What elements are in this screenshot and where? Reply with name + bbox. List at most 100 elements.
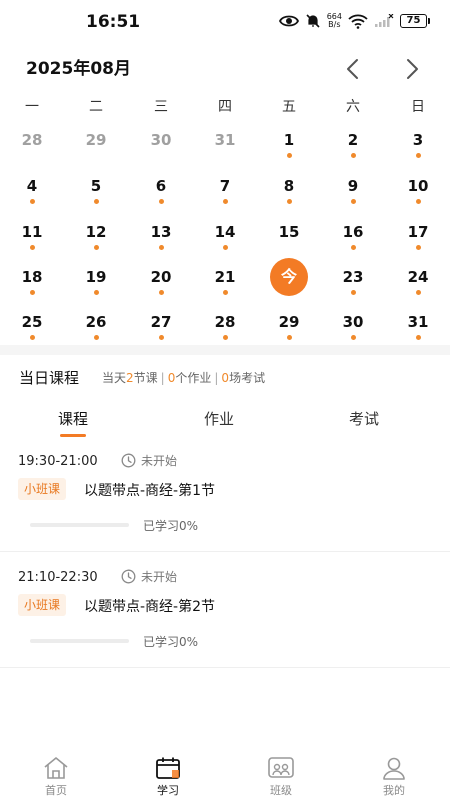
day-number: 30 (150, 131, 172, 149)
event-dot (286, 335, 292, 340)
calendar-day[interactable]: 20 (139, 268, 183, 308)
nav-class[interactable]: 班级 (251, 756, 311, 798)
calendar-day[interactable]: 14 (203, 223, 247, 263)
clock-icon (121, 453, 136, 468)
course-time: 21:10-22:30 (18, 570, 98, 585)
day-number: 8 (283, 177, 295, 195)
event-dot (158, 335, 164, 340)
day-number: 27 (150, 313, 172, 331)
home-icon (44, 757, 68, 779)
day-number: 24 (407, 268, 429, 286)
nav-profile[interactable]: 我的 (364, 756, 424, 798)
course-progress-bar (30, 639, 129, 643)
lesson-count: 2 (126, 371, 134, 385)
event-dot (350, 199, 356, 204)
calendar-day[interactable]: 11 (10, 223, 54, 263)
event-dot (93, 290, 99, 295)
tab-courses[interactable]: 课程 (58, 408, 88, 429)
nav-profile-label: 我的 (383, 784, 405, 797)
event-dot (29, 335, 35, 340)
homework-unit: 个作业 (175, 371, 212, 385)
day-number: 12 (85, 223, 107, 241)
event-dot (158, 199, 164, 204)
calendar-day[interactable]: 15 (267, 223, 311, 263)
course-status-text: 未开始 (141, 454, 178, 468)
calendar-day[interactable]: 28 (10, 131, 54, 171)
calendar-day[interactable]: 6 (139, 177, 183, 217)
calendar-day[interactable]: 30 (139, 131, 183, 171)
day-number: 11 (21, 223, 43, 241)
day-number: 15 (278, 223, 300, 241)
event-dot (415, 335, 421, 340)
calendar-day[interactable]: 8 (267, 177, 311, 217)
calendar-day[interactable]: 12 (74, 223, 118, 263)
day-number: 5 (90, 177, 102, 195)
calendar-day[interactable]: 17 (396, 223, 440, 263)
calendar-day[interactable]: 10 (396, 177, 440, 217)
daily-courses-title: 当日课程 (19, 369, 80, 387)
calendar-day[interactable]: 5 (74, 177, 118, 217)
day-number: 29 (85, 131, 107, 149)
course-name: 以题带点-商经-第1节 (84, 483, 216, 499)
summary-prefix: 当天 (102, 371, 127, 385)
day-number: 23 (342, 268, 364, 286)
nav-home[interactable]: 首页 (26, 756, 86, 798)
day-number: 31 (407, 313, 429, 331)
summary-separator: | (214, 371, 219, 385)
tab-exams[interactable]: 考试 (349, 408, 379, 429)
calendar-day[interactable]: 24 (396, 268, 440, 308)
calendar-day[interactable]: 4 (10, 177, 54, 217)
nav-study-label: 学习 (157, 784, 179, 797)
calendar-day[interactable]: 31 (203, 131, 247, 171)
exam-count: 0 (221, 371, 230, 385)
day-number: 19 (85, 268, 107, 286)
day-number: 20 (150, 268, 172, 286)
calendar-icon (156, 757, 180, 779)
active-tab-indicator (60, 434, 86, 437)
day-number: 21 (214, 268, 236, 286)
event-dot (222, 290, 228, 295)
course-card[interactable]: 19:30-21:00 未开始 小班课 以题带点-商经-第1节 已学习0% (0, 440, 450, 552)
event-dot (350, 335, 356, 340)
day-number: 26 (85, 313, 107, 331)
calendar-day[interactable]: 9 (331, 177, 375, 217)
event-dot (415, 199, 421, 204)
day-number: 25 (21, 313, 43, 331)
course-name: 以题带点-商经-第2节 (84, 599, 216, 615)
event-dot (93, 335, 99, 340)
calendar-day[interactable]: 18 (10, 268, 54, 308)
tab-homework[interactable]: 作业 (204, 408, 234, 429)
day-number: 13 (150, 223, 172, 241)
user-icon (383, 757, 405, 780)
event-dot (222, 335, 228, 340)
event-dot (93, 199, 99, 204)
calendar-day[interactable]: 3 (396, 131, 440, 171)
course-type-tag: 小班课 (18, 594, 67, 616)
calendar-day[interactable]: 1 (267, 131, 311, 171)
event-dot (350, 153, 356, 158)
bottom-navigation: 首页 学习 班级 我的 (0, 748, 450, 800)
event-dot (415, 153, 421, 158)
calendar-day[interactable]: 19 (74, 268, 118, 308)
course-card[interactable]: 21:10-22:30 未开始 小班课 以题带点-商经-第2节 已学习0% (0, 556, 450, 668)
course-status: 未开始 (121, 568, 177, 585)
course-time: 19:30-21:00 (18, 454, 98, 469)
event-dot (93, 245, 99, 250)
event-dot (350, 290, 356, 295)
day-number: 2 (347, 131, 359, 149)
calendar-day-today[interactable]: 今 (267, 258, 311, 308)
event-dot (415, 290, 421, 295)
calendar-day[interactable]: 7 (203, 177, 247, 217)
calendar-day[interactable]: 29 (74, 131, 118, 171)
nav-study[interactable]: 学习 (138, 756, 198, 798)
calendar-day[interactable]: 13 (139, 223, 183, 263)
calendar-day[interactable]: 21 (203, 268, 247, 308)
event-dot (415, 245, 421, 250)
day-number: 29 (278, 313, 300, 331)
day-number: 31 (214, 131, 236, 149)
calendar-day[interactable]: 2 (331, 131, 375, 171)
calendar-day[interactable]: 23 (331, 268, 375, 308)
day-number: 30 (342, 313, 364, 331)
calendar-day[interactable]: 16 (331, 223, 375, 263)
course-status: 未开始 (121, 452, 177, 469)
